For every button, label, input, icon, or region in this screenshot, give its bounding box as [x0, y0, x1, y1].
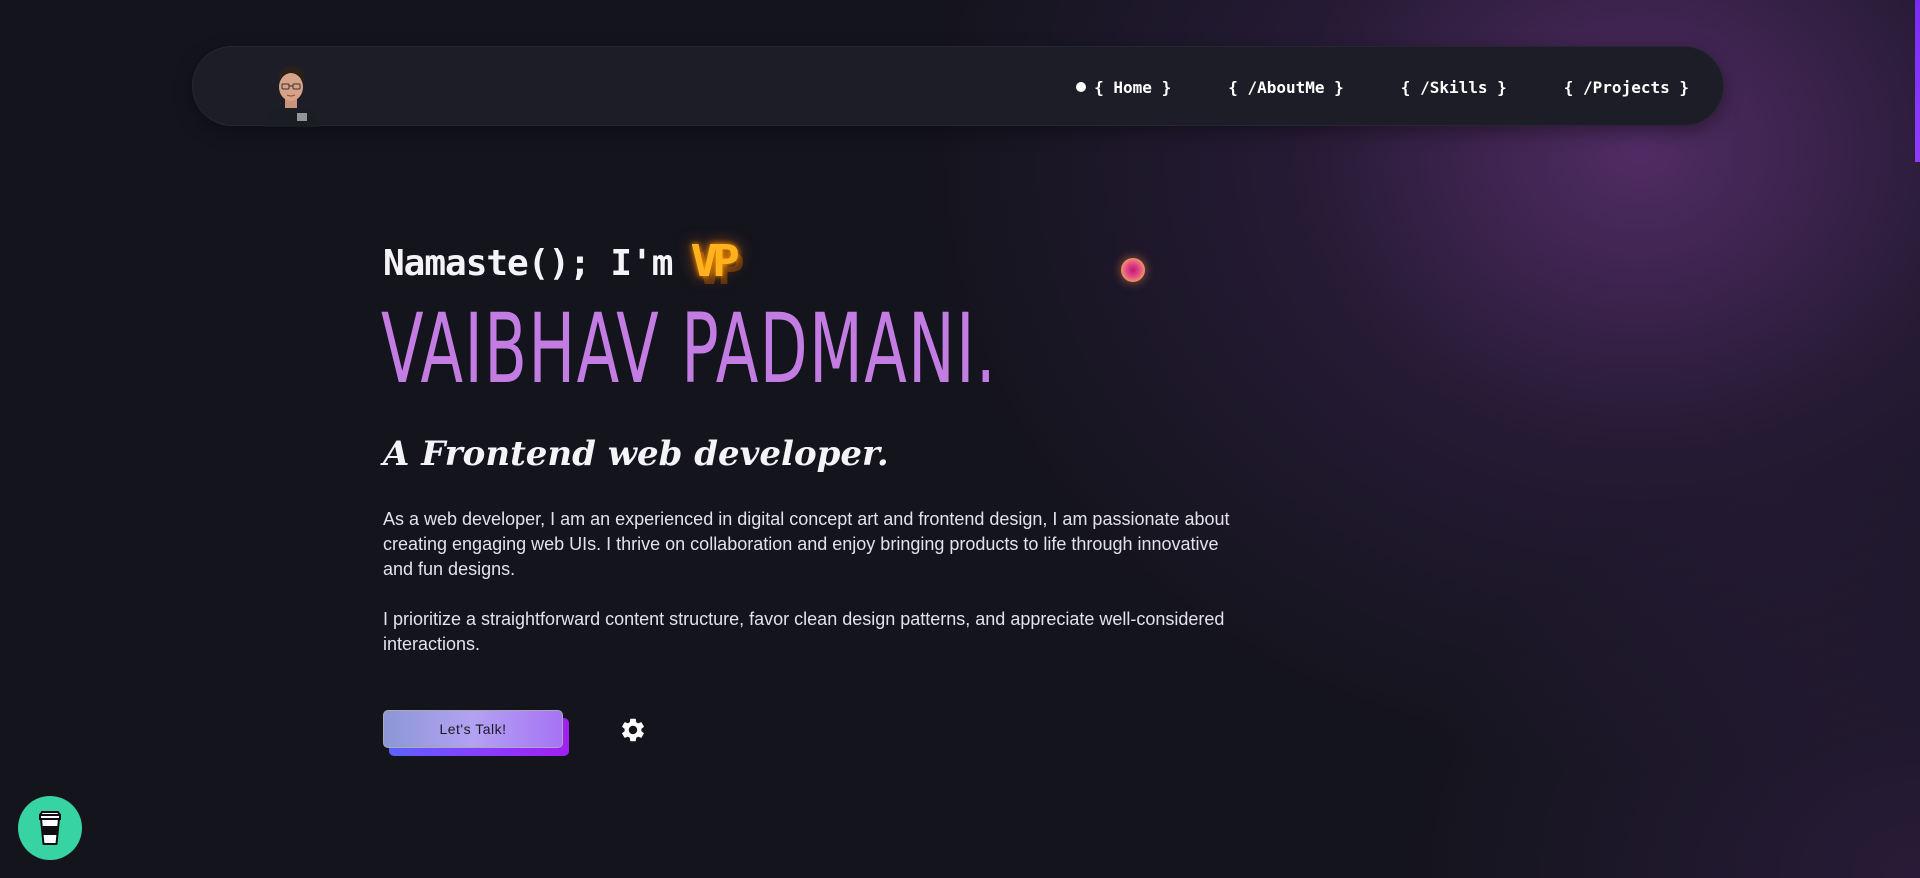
neon-initials-logo: VP	[690, 235, 739, 287]
avatar[interactable]	[259, 59, 323, 127]
greeting-text: Namaste(); I'm	[383, 243, 673, 284]
lets-talk-button[interactable]: Let's Talk!	[383, 710, 563, 748]
cta-wrapper: Let's Talk!	[383, 710, 569, 756]
scrollbar-thumb[interactable]	[1915, 0, 1920, 162]
coffee-cup-icon[interactable]	[18, 796, 82, 860]
hero-name: Vaibhav Padmani.	[381, 293, 998, 405]
nav-label-projects: { /Projects }	[1563, 77, 1689, 97]
nav-links: { Home } { /AboutMe } { /Skills } { /Pro…	[1076, 47, 1689, 127]
gear-icon[interactable]	[619, 716, 647, 744]
nav-label-aboutme: { /AboutMe }	[1228, 77, 1344, 97]
navbar: { Home } { /AboutMe } { /Skills } { /Pro…	[192, 46, 1724, 127]
greeting: Namaste(); I'm VP	[383, 235, 740, 287]
nav-item-projects[interactable]: { /Projects }	[1564, 78, 1689, 97]
nav-label-skills: { /Skills }	[1400, 77, 1507, 97]
nav-item-skills[interactable]: { /Skills }	[1401, 78, 1507, 97]
nav-label-home: { Home }	[1094, 77, 1172, 97]
intro-paragraph-2: I prioritize a straightforward content s…	[383, 609, 1225, 654]
intro-paragraph-1: As a web developer, I am an experienced …	[383, 509, 1230, 579]
nav-item-home[interactable]: { Home }	[1076, 78, 1171, 97]
hero-role: A Frontend web developer.	[383, 434, 889, 474]
decorative-orb	[1121, 258, 1145, 282]
nav-item-aboutme[interactable]: { /AboutMe }	[1228, 78, 1344, 97]
active-dot-icon	[1076, 82, 1087, 92]
